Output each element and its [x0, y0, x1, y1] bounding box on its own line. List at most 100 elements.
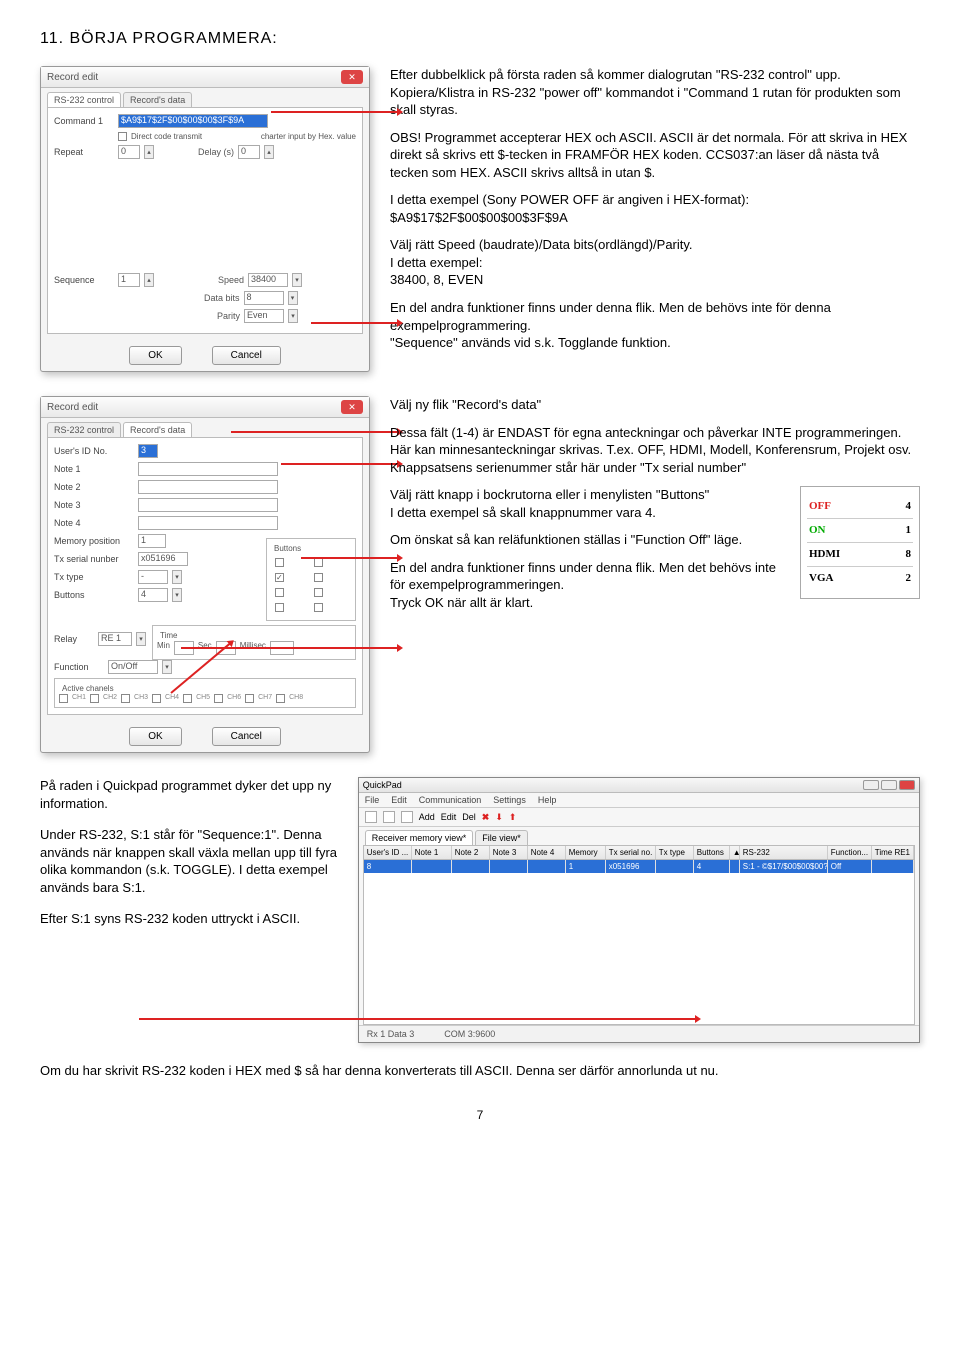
- col-header[interactable]: Note 1: [412, 846, 452, 859]
- ch8-check[interactable]: [276, 694, 285, 703]
- delay-spinner[interactable]: ▴: [264, 145, 274, 159]
- explain-text: Välj rätt Speed (baudrate)/Data bits(ord…: [390, 236, 920, 289]
- direct-code-checkbox[interactable]: [118, 132, 127, 141]
- speed-input[interactable]: 38400: [248, 273, 288, 287]
- col-header[interactable]: Note 3: [490, 846, 528, 859]
- tab-file-view[interactable]: File view*: [475, 830, 528, 845]
- col-header[interactable]: Memory: [566, 846, 606, 859]
- note2-input[interactable]: [138, 480, 278, 494]
- menu-edit[interactable]: Edit: [391, 795, 407, 805]
- buttons-cnt-input[interactable]: 4: [138, 588, 168, 602]
- repeat-label: Repeat: [54, 147, 114, 157]
- relay-input[interactable]: RE 1: [98, 632, 132, 646]
- ch6-check[interactable]: [214, 694, 223, 703]
- col-header[interactable]: Function...: [828, 846, 872, 859]
- col-header[interactable]: Tx serial no.: [606, 846, 656, 859]
- status-left: Rx 1 Data 3: [367, 1029, 415, 1039]
- tab-receiver-memory[interactable]: Receiver memory view*: [365, 830, 474, 845]
- txserial-label: Tx serial nunber: [54, 554, 134, 564]
- relay-dropdown[interactable]: ▾: [136, 632, 146, 646]
- menu-settings[interactable]: Settings: [493, 795, 526, 805]
- tab-records-data[interactable]: Record's data: [123, 92, 192, 107]
- txserial-input[interactable]: x051696: [138, 552, 188, 566]
- button-check-5[interactable]: [275, 588, 284, 597]
- tab-records-data[interactable]: Record's data: [123, 422, 192, 437]
- col-header[interactable]: User's ID ...: [364, 846, 412, 859]
- close-icon[interactable]: ✕: [341, 400, 363, 414]
- minimize-icon[interactable]: [863, 780, 879, 790]
- tab-rs232[interactable]: RS-232 control: [47, 422, 121, 437]
- repeat-input[interactable]: 0: [118, 145, 140, 159]
- menu-help[interactable]: Help: [538, 795, 557, 805]
- databits-input[interactable]: 8: [244, 291, 284, 305]
- delay-input[interactable]: 0: [238, 145, 260, 159]
- ch2-check[interactable]: [90, 694, 99, 703]
- parity-dropdown[interactable]: ▾: [288, 309, 298, 323]
- userid-input[interactable]: 3: [138, 444, 158, 458]
- repeat-spinner[interactable]: ▴: [144, 145, 154, 159]
- menu-file[interactable]: File: [365, 795, 380, 805]
- ch5-check[interactable]: [183, 694, 192, 703]
- ok-button[interactable]: OK: [129, 346, 181, 365]
- button-check-8[interactable]: [314, 603, 323, 612]
- data-grid[interactable]: User's ID ... Note 1 Note 2 Note 3 Note …: [363, 845, 915, 1025]
- parity-input[interactable]: Even: [244, 309, 284, 323]
- ch1-check[interactable]: [59, 694, 68, 703]
- ch3-check[interactable]: [121, 694, 130, 703]
- new-icon[interactable]: [365, 811, 377, 823]
- button-check-2[interactable]: [314, 558, 323, 567]
- table-row[interactable]: 8 1 x051696 4 S:1 - ©$17/$00$00$00?š Off: [364, 860, 914, 873]
- open-icon[interactable]: [383, 811, 395, 823]
- note4-input[interactable]: [138, 516, 278, 530]
- userid-label: User's ID No.: [54, 446, 134, 456]
- button-check-1[interactable]: [275, 558, 284, 567]
- sequence-input[interactable]: 1: [118, 273, 140, 287]
- maximize-icon[interactable]: [881, 780, 897, 790]
- close-icon[interactable]: ✕: [341, 70, 363, 84]
- button-check-3[interactable]: [275, 573, 284, 582]
- txtype-dropdown[interactable]: ▾: [172, 570, 182, 584]
- cancel-button[interactable]: Cancel: [212, 727, 281, 746]
- tool-down-icon[interactable]: ⬇: [495, 812, 503, 823]
- col-header[interactable]: Time RE1: [872, 846, 914, 859]
- function-dropdown[interactable]: ▾: [162, 660, 172, 674]
- col-header[interactable]: Tx type: [656, 846, 694, 859]
- menu-communication[interactable]: Communication: [419, 795, 482, 805]
- tool-x-icon[interactable]: ✖: [482, 812, 490, 823]
- function-label: Function: [54, 662, 104, 672]
- txtype-input[interactable]: -: [138, 570, 168, 584]
- ch7-check[interactable]: [245, 694, 254, 703]
- note3-input[interactable]: [138, 498, 278, 512]
- function-input[interactable]: On/Off: [108, 660, 158, 674]
- note4-label: Note 4: [54, 518, 134, 528]
- button-check-7[interactable]: [275, 603, 284, 612]
- tool-del[interactable]: Del: [462, 812, 476, 822]
- buttons-dropdown[interactable]: ▾: [172, 588, 182, 602]
- mempos-input[interactable]: 1: [138, 534, 166, 548]
- col-header[interactable]: ▲: [730, 846, 740, 859]
- col-header[interactable]: Note 4: [528, 846, 566, 859]
- tool-up-icon[interactable]: ⬆: [509, 812, 517, 823]
- save-icon[interactable]: [401, 811, 413, 823]
- cancel-button[interactable]: Cancel: [212, 346, 281, 365]
- col-header[interactable]: Buttons: [694, 846, 730, 859]
- sequence-spinner[interactable]: ▴: [144, 273, 154, 287]
- tab-rs232[interactable]: RS-232 control: [47, 92, 121, 107]
- charter-label: charter input by Hex. value: [261, 132, 356, 141]
- ok-button[interactable]: OK: [129, 727, 181, 746]
- note1-input[interactable]: [138, 462, 278, 476]
- col-header[interactable]: RS-232: [740, 846, 828, 859]
- command-input[interactable]: $A9$17$2F$00$00$00$3F$9A: [118, 114, 268, 128]
- tool-edit[interactable]: Edit: [441, 812, 457, 822]
- button-check-6[interactable]: [314, 588, 323, 597]
- ch4-check[interactable]: [152, 694, 161, 703]
- databits-dropdown[interactable]: ▾: [288, 291, 298, 305]
- explain-text: Välj ny flik "Record's data": [390, 396, 920, 414]
- tool-add[interactable]: Add: [419, 812, 435, 822]
- button-check-4[interactable]: [314, 573, 323, 582]
- col-header[interactable]: Note 2: [452, 846, 490, 859]
- close-icon[interactable]: [899, 780, 915, 790]
- explain-text: Om önskat så kan reläfunktionen ställas …: [390, 531, 784, 549]
- buttons-group-label: Buttons: [271, 544, 304, 553]
- speed-dropdown[interactable]: ▾: [292, 273, 302, 287]
